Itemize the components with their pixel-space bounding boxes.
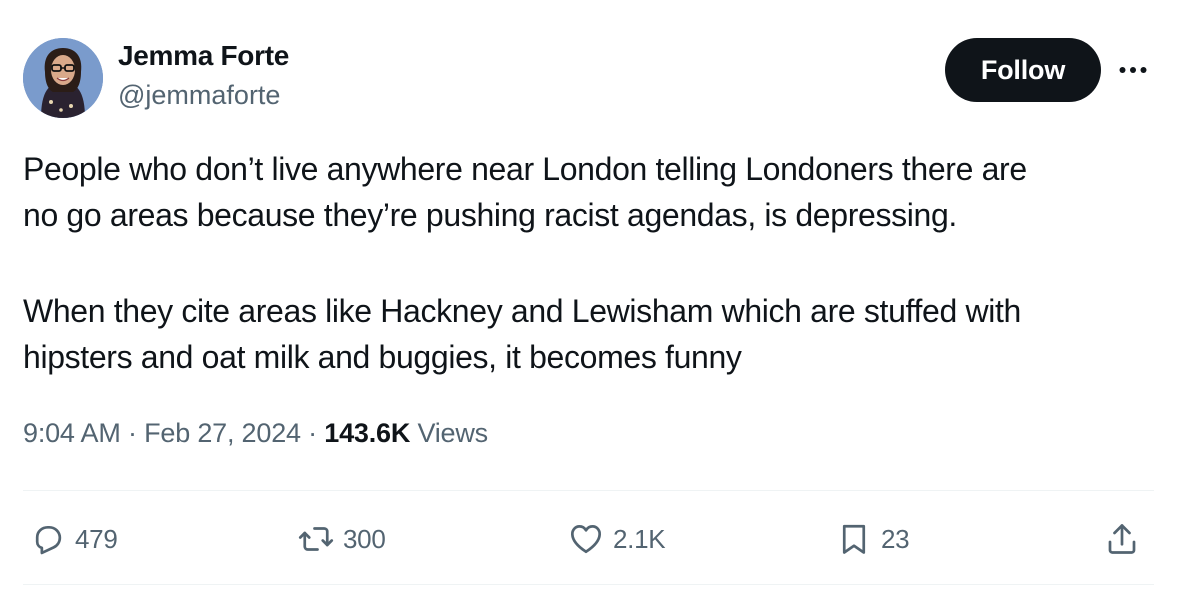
more-options-button[interactable]: [1113, 52, 1153, 88]
bookmark-button[interactable]: 23: [836, 510, 910, 568]
avatar-image: [23, 38, 103, 118]
meta-separator: ·: [308, 418, 317, 448]
author-display-name[interactable]: Jemma Forte: [118, 40, 289, 72]
reply-icon: [35, 525, 62, 555]
heart-icon: [570, 525, 602, 554]
tweet-text-line: People who don’t live anywhere near Lond…: [23, 151, 1027, 187]
share-icon: [1108, 524, 1136, 554]
follow-button[interactable]: Follow: [945, 38, 1101, 102]
retweet-button[interactable]: 300: [298, 510, 386, 568]
bookmark-icon: [842, 524, 866, 554]
tweet-meta: 9:04 AM · Feb 27, 2024 · 143.6K Views: [23, 418, 488, 449]
avatar[interactable]: [23, 38, 103, 118]
tweet-text-line: hipsters and oat milk and buggies, it be…: [23, 339, 742, 375]
action-bar: 479 300 2.1K 23: [0, 510, 1192, 568]
retweet-icon: [298, 527, 334, 551]
tweet-text-line: no go areas because they’re pushing raci…: [23, 197, 957, 233]
tweet-card: Jemma Forte @jemmaforte Follow People wh…: [0, 0, 1192, 598]
reply-button[interactable]: 479: [30, 510, 118, 568]
retweet-count: 300: [343, 523, 386, 554]
views-count[interactable]: 143.6K: [324, 418, 410, 448]
tweet-time[interactable]: 9:04 AM: [23, 418, 121, 448]
reply-count: 479: [75, 523, 118, 554]
author-handle[interactable]: @jemmaforte: [118, 80, 280, 111]
divider: [23, 584, 1154, 585]
meta-separator: ·: [127, 418, 137, 448]
like-count: 2.1K: [613, 523, 666, 554]
like-button[interactable]: 2.1K: [568, 510, 666, 568]
share-button[interactable]: [1104, 510, 1140, 568]
views-label[interactable]: Views: [417, 418, 488, 448]
divider: [23, 490, 1154, 491]
tweet-text: People who don’t live anywhere near Lond…: [23, 146, 1163, 380]
tweet-date[interactable]: Feb 27, 2024: [144, 418, 301, 448]
more-horizontal-icon: [1119, 67, 1147, 73]
bookmark-count: 23: [881, 523, 910, 554]
tweet-text-line: When they cite areas like Hackney and Le…: [23, 293, 1021, 329]
